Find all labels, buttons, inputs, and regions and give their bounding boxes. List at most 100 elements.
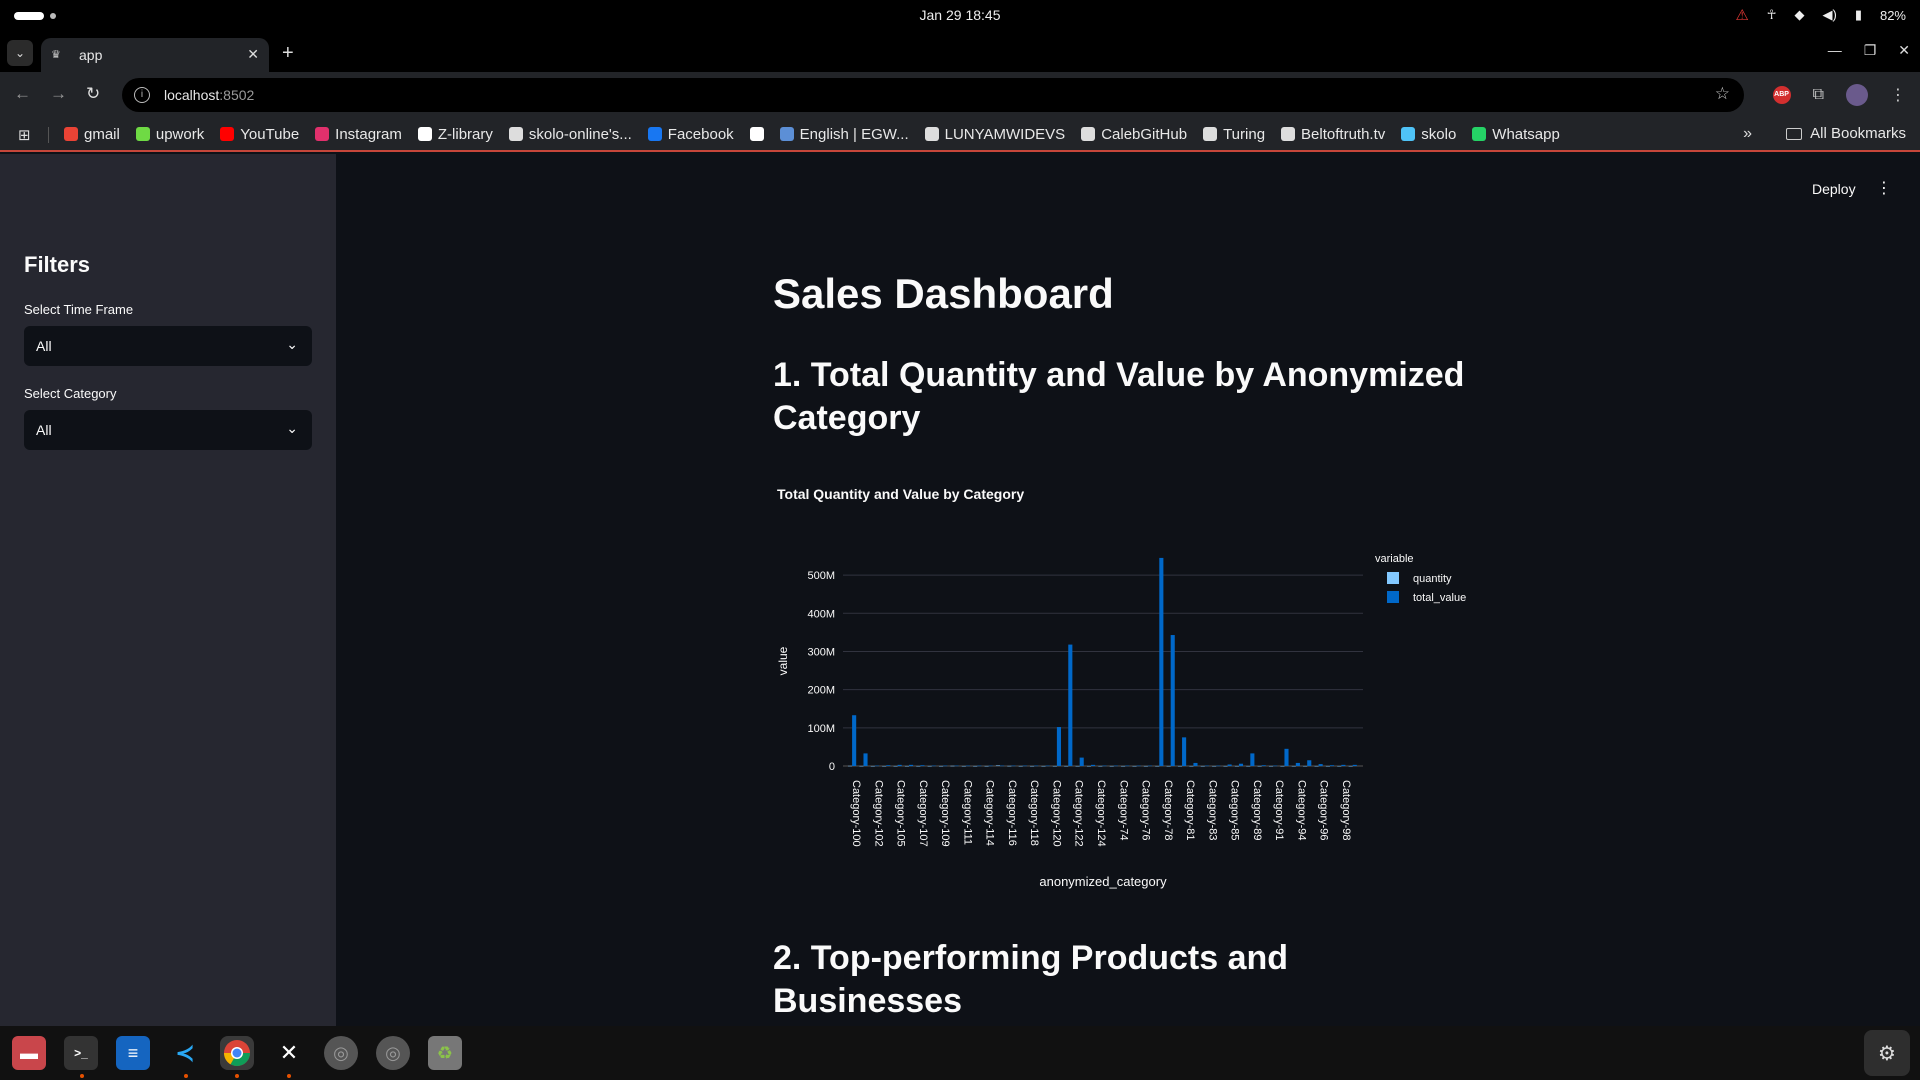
writer-icon[interactable]: ≡ (116, 1036, 150, 1070)
url-host: localhost (164, 87, 220, 103)
volume-icon[interactable]: ◀) (1822, 7, 1836, 23)
trash-icon[interactable]: ♻ (428, 1036, 462, 1070)
terminal-icon[interactable]: >_ (64, 1036, 98, 1070)
bookmark-item[interactable]: Beltoftruth.tv (1281, 126, 1385, 143)
close-tab-icon[interactable]: ✕ (247, 46, 259, 63)
address-bar[interactable]: i localhost:8502 ☆ (122, 78, 1744, 112)
x-tick-label: Category-114 (984, 780, 996, 846)
apps-grid-icon[interactable]: ⊞ (18, 126, 31, 144)
bookmark-item[interactable] (749, 127, 764, 141)
facebook-icon (647, 127, 662, 141)
system-tray[interactable]: ⚠ ☥ ◆ ◀) ▮ 82% (1735, 6, 1906, 24)
bookmark-item[interactable]: Facebook (647, 126, 734, 143)
x-tick-label: Category-111 (961, 780, 973, 845)
deploy-button[interactable]: Deploy (1812, 181, 1856, 197)
extensions-icon[interactable]: ⧉ (1813, 86, 1824, 104)
x-tick-label: Category-120 (1050, 780, 1062, 847)
bar-chart[interactable]: Total Quantity and Value by Category 0 100… (773, 476, 1493, 901)
bookmark-item[interactable]: Z-library (417, 126, 493, 143)
bar-total_value (1227, 764, 1232, 766)
close-window-icon[interactable]: ✕ (1898, 42, 1910, 59)
bar-total_value (886, 765, 891, 766)
bar-quantity (973, 765, 978, 767)
battery-percent: 82% (1879, 7, 1906, 23)
more-bookmarks-icon[interactable]: » (1743, 125, 1752, 143)
battery-icon[interactable]: ▮ (1855, 7, 1862, 23)
bookmark-item[interactable]: skolo-online's... (508, 126, 632, 143)
gmail-icon (64, 127, 78, 141)
bookmark-item[interactable]: skolo (1401, 126, 1456, 143)
app-menu-icon[interactable]: ⋮ (1876, 178, 1892, 198)
bookmark-label: LUNYAMWIDEVS (944, 125, 1066, 143)
sidebar-title: Filters (24, 252, 91, 277)
minimize-icon[interactable]: — (1828, 42, 1842, 59)
bookmark-item[interactable]: English | EGW... (779, 126, 909, 143)
bar-total_value (1238, 763, 1244, 766)
accessibility-icon[interactable]: ☥ (1767, 7, 1777, 23)
disk-icon[interactable]: ◎ (324, 1036, 358, 1070)
category-select[interactable]: All ⌄ (24, 410, 312, 450)
profile-avatar[interactable] (1846, 84, 1868, 106)
bar-quantity (1291, 765, 1296, 767)
bookmark-item[interactable]: Whatsapp (1472, 126, 1560, 143)
bookmark-item[interactable]: CalebGitHub (1081, 126, 1187, 143)
bookmark-item[interactable]: Turing (1203, 126, 1265, 143)
bar-quantity (1257, 765, 1262, 767)
browser-menu-icon[interactable]: ⋮ (1890, 85, 1906, 105)
running-indicator (235, 1074, 239, 1078)
bar-total_value (1102, 765, 1107, 767)
restore-icon[interactable]: ❐ (1864, 42, 1877, 59)
files-icon[interactable]: ▬ (12, 1036, 46, 1070)
running-indicator (287, 1074, 291, 1078)
bookmark-item[interactable]: gmail (64, 126, 120, 143)
bar-quantity (939, 765, 944, 767)
bar-total_value (852, 715, 857, 766)
x-app-icon[interactable]: ✕ (272, 1036, 306, 1070)
all-bookmarks-button[interactable]: All Bookmarks (1786, 125, 1906, 142)
disk-icon[interactable]: ◎ (376, 1036, 410, 1070)
bar-total_value (1352, 764, 1357, 766)
legend-label: total_value (1413, 592, 1466, 604)
forward-icon[interactable]: → (50, 84, 67, 104)
bar-total_value (1079, 757, 1084, 766)
show-apps-icon[interactable]: ⚙ (1864, 1030, 1910, 1076)
x-tick-label: Category-124 (1095, 780, 1107, 847)
y-axis-label: value (776, 646, 790, 675)
bookmark-item[interactable]: YouTube (220, 126, 299, 143)
bookmark-item[interactable]: Instagram (315, 126, 402, 143)
url-text[interactable]: localhost:8502 (164, 87, 254, 103)
clock[interactable]: Jan 29 18:45 (0, 7, 1920, 23)
bookmark-item[interactable]: upwork (135, 126, 204, 143)
bookmark-item[interactable]: LUNYAMWIDEVS (924, 125, 1066, 143)
bar-quantity (859, 765, 864, 767)
bar-quantity (848, 765, 853, 767)
bar-quantity (1223, 765, 1228, 767)
new-tab-button[interactable]: + (282, 42, 294, 65)
bookmark-separator (48, 127, 49, 143)
bar-total_value (1182, 737, 1187, 766)
chevron-down-icon: ⌄ (286, 420, 298, 436)
adblock-icon[interactable]: ABP (1772, 86, 1791, 104)
bar-quantity (1030, 765, 1035, 767)
reload-icon[interactable]: ↻ (86, 84, 100, 104)
url-port: :8502 (219, 87, 255, 103)
x-tick-label: Category-122 (1073, 780, 1085, 847)
wifi-icon[interactable]: ◆ (1794, 7, 1804, 23)
chrome-icon[interactable] (220, 1036, 254, 1070)
github-icon (1081, 127, 1096, 141)
vscode-icon[interactable]: ≺ (168, 1036, 202, 1070)
bar-quantity (1121, 765, 1126, 767)
back-icon[interactable]: ← (14, 84, 31, 104)
category-label: Select Category (24, 386, 117, 401)
x-tick-label: Category-89 (1251, 780, 1263, 841)
bar-quantity (995, 765, 1001, 766)
bar-quantity (1132, 765, 1137, 767)
all-bookmarks-label: All Bookmarks (1810, 125, 1906, 142)
time-frame-select[interactable]: All ⌄ (24, 326, 312, 366)
site-info-icon[interactable]: i (134, 87, 150, 103)
browser-tab[interactable]: ♛ app ✕ (41, 38, 269, 72)
bookmark-star-icon[interactable]: ☆ (1715, 84, 1730, 104)
tab-search-button[interactable]: ⌄ (7, 40, 33, 66)
bar-total_value (1068, 644, 1073, 766)
warning-icon[interactable]: ⚠ (1735, 6, 1748, 24)
